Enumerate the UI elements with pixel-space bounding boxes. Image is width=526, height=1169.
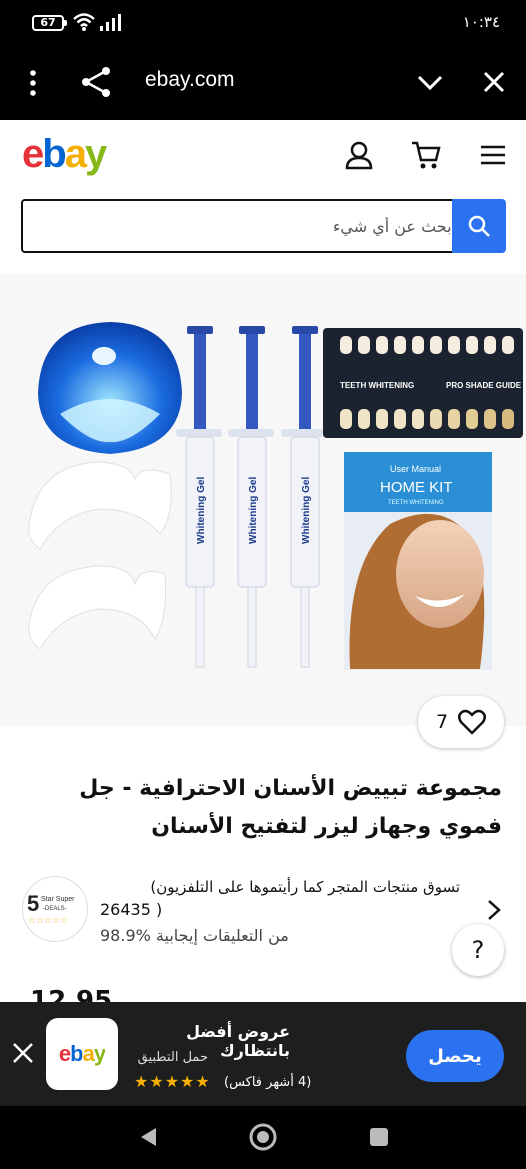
ebay-logo[interactable]: ebay — [22, 132, 107, 177]
get-app-button[interactable]: يحصل — [406, 1030, 504, 1082]
user-manual: User Manual HOME KIT TEETH WHITENING — [344, 452, 492, 670]
svg-text:☆☆☆☆☆: ☆☆☆☆☆ — [28, 916, 68, 926]
product-image[interactable]: Whitening Gel Whitening Gel Whitening Ge… — [0, 274, 526, 726]
browser-toolbar: ebay.com — [0, 46, 526, 120]
svg-text:Whitening Gel: Whitening Gel — [196, 477, 207, 544]
more-options-icon[interactable] — [24, 68, 42, 98]
seller-logo-image: 5 Star Super -DEALS- ☆☆☆☆☆ — [27, 891, 75, 926]
chevron-right-icon[interactable] — [486, 898, 502, 922]
product-photo: Whitening Gel Whitening Gel Whitening Ge… — [28, 322, 523, 670]
svg-text:HOME KIT: HOME KIT — [380, 479, 453, 496]
app-logo-text: ebay — [58, 1041, 106, 1066]
site-header: ebay — [0, 120, 526, 190]
system-nav-bar — [0, 1106, 526, 1169]
clock: ١٠:٣٤ — [462, 13, 500, 31]
seller-logo[interactable]: 5 Star Super -DEALS- ☆☆☆☆☆ — [22, 876, 88, 942]
svg-text:PRO SHADE GUIDE: PRO SHADE GUIDE — [446, 381, 522, 390]
banner-subtitle: حمل التطبيق — [137, 1050, 208, 1065]
syringe: Whitening Gel — [228, 326, 274, 668]
chevron-down-icon[interactable] — [416, 68, 444, 96]
svg-text:Whitening Gel: Whitening Gel — [248, 477, 259, 544]
signal-icon — [100, 14, 121, 31]
cart-icon[interactable] — [410, 140, 442, 170]
svg-text:5: 5 — [27, 891, 39, 916]
svg-text:Star Super: Star Super — [41, 896, 75, 903]
heart-icon — [458, 709, 487, 735]
url-text[interactable]: ebay.com — [145, 68, 235, 92]
watch-button[interactable]: 7 — [418, 696, 504, 748]
syringe: Whitening Gel — [281, 326, 327, 668]
svg-text:TEETH WHITENING: TEETH WHITENING — [340, 381, 414, 390]
ebay-app-icon: ebay — [46, 1018, 118, 1090]
search-icon — [468, 215, 490, 237]
search-input[interactable] — [76, 201, 476, 251]
app-install-banner: ebay عروض أفضل بانتظارك حمل التطبيق ★★★★… — [0, 1002, 526, 1106]
back-icon[interactable] — [138, 1126, 158, 1148]
seller-feedback-count: 26435 ) — [100, 900, 163, 919]
user-icon[interactable] — [344, 140, 374, 170]
status-bar: 67 ١٠:٣٤ — [0, 0, 526, 46]
close-icon[interactable] — [482, 70, 506, 94]
watch-count: 7 — [435, 711, 449, 733]
rating-stars: ★★★★★ — [134, 1072, 211, 1091]
syringe: Whitening Gel — [176, 326, 222, 668]
menu-icon[interactable] — [480, 144, 506, 166]
wifi-icon — [73, 13, 95, 31]
share-icon[interactable] — [80, 66, 112, 98]
rating-text: (4 أشهر فاكس) — [224, 1075, 312, 1090]
seller-name[interactable]: تسوق منتجات المتجر كما رأيتموها على التل… — [100, 874, 460, 900]
svg-text:-DEALS-: -DEALS- — [43, 906, 67, 912]
shade-guide: TEETH WHITENING PRO SHADE GUIDE — [323, 328, 523, 438]
svg-text:TEETH WHITENING: TEETH WHITENING — [388, 500, 444, 506]
recents-icon[interactable] — [369, 1127, 389, 1147]
close-icon[interactable] — [12, 1042, 34, 1064]
svg-text:User Manual: User Manual — [390, 464, 441, 474]
search-button[interactable] — [452, 199, 506, 253]
svg-text:Whitening Gel: Whitening Gel — [301, 477, 312, 544]
seller-feedback-percent: 98.9% من التعليقات إيجابية — [100, 926, 289, 945]
help-button[interactable]: ? — [452, 924, 504, 976]
product-title: مجموعة تبييض الأسنان الاحترافية - جل فمو… — [79, 776, 502, 839]
battery-icon: 67 — [32, 15, 67, 31]
home-icon[interactable] — [248, 1122, 278, 1152]
search-bar — [21, 199, 478, 253]
